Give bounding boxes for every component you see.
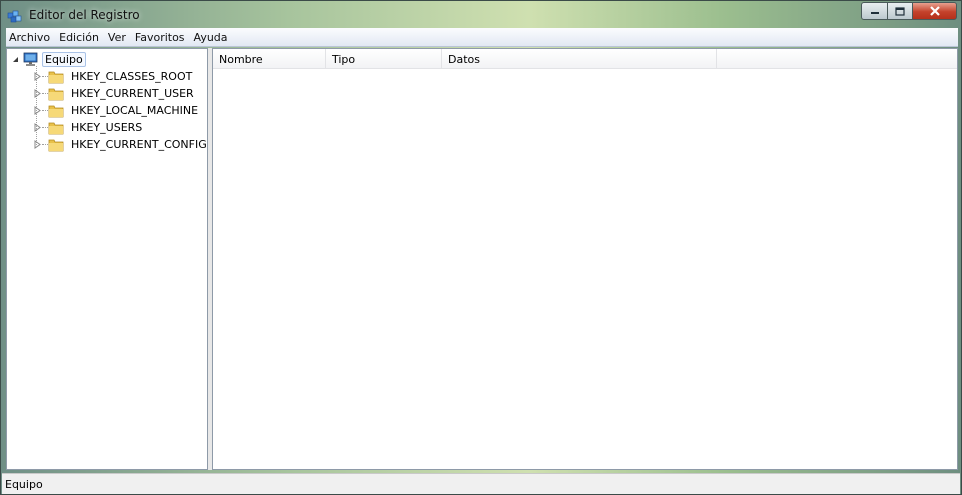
- close-button[interactable]: [912, 2, 957, 20]
- menu-bar: Archivo Edición Ver Favoritos Ayuda: [6, 28, 958, 47]
- folder-icon: [48, 122, 64, 135]
- tree-item-equipo[interactable]: Equipo: [11, 51, 86, 68]
- registry-editor-icon: [7, 10, 22, 22]
- column-header-bar: Nombre Tipo Datos: [213, 49, 957, 69]
- menu-favoritos[interactable]: Favoritos: [131, 31, 189, 44]
- column-label-tipo: Tipo: [332, 52, 356, 66]
- tree-label-hkey-current-config: HKEY_CURRENT_CONFIG: [71, 138, 207, 151]
- tree-item-hkey-current-config[interactable]: HKEY_CURRENT_CONFIG: [33, 136, 209, 153]
- folder-icon: [48, 105, 64, 118]
- minimize-button[interactable]: [861, 2, 888, 20]
- window-title: Editor del Registro: [29, 7, 140, 22]
- key-tree[interactable]: Equipo HKEY_CLASSES_ROOT HKEY_CURRENT_US…: [6, 48, 208, 470]
- column-label-datos: Datos: [448, 52, 480, 66]
- folder-icon: [48, 71, 64, 84]
- values-list[interactable]: Nombre Tipo Datos: [212, 48, 958, 470]
- status-bar: Equipo: [2, 473, 960, 494]
- tree-item-hkey-users[interactable]: HKEY_USERS: [33, 119, 144, 136]
- collapse-arrow-icon[interactable]: [11, 55, 20, 64]
- status-text: Equipo: [5, 477, 43, 491]
- menu-archivo[interactable]: Archivo: [6, 31, 54, 44]
- close-icon: [929, 6, 940, 16]
- maximize-button[interactable]: [887, 2, 913, 20]
- column-header-nombre[interactable]: Nombre: [213, 49, 326, 69]
- client-area: Equipo HKEY_CLASSES_ROOT HKEY_CURRENT_US…: [6, 48, 958, 470]
- menu-edicion[interactable]: Edición: [55, 31, 103, 44]
- computer-icon: [23, 52, 38, 66]
- folder-icon: [48, 139, 64, 152]
- expand-arrow-icon[interactable]: [33, 89, 42, 98]
- regedit-window: Editor del Registro Archivo Edición Ver …: [0, 0, 962, 495]
- tree-label-hkey-current-user: HKEY_CURRENT_USER: [71, 87, 194, 100]
- column-header-datos[interactable]: Datos: [442, 49, 717, 69]
- column-label-nombre: Nombre: [219, 52, 263, 66]
- expand-arrow-icon[interactable]: [33, 140, 42, 149]
- maximize-icon: [895, 6, 905, 16]
- menu-ver[interactable]: Ver: [104, 31, 130, 44]
- tree-item-hkey-classes-root[interactable]: HKEY_CLASSES_ROOT: [33, 68, 194, 85]
- tree-label-hkey-local-machine: HKEY_LOCAL_MACHINE: [71, 104, 199, 117]
- title-bar[interactable]: Editor del Registro: [1, 1, 961, 28]
- menu-ayuda[interactable]: Ayuda: [190, 31, 232, 44]
- expand-arrow-icon[interactable]: [33, 72, 42, 81]
- expand-arrow-icon[interactable]: [33, 106, 42, 115]
- tree-label-hkey-classes-root: HKEY_CLASSES_ROOT: [71, 70, 193, 83]
- expand-arrow-icon[interactable]: [33, 123, 42, 132]
- column-header-tipo[interactable]: Tipo: [326, 49, 442, 69]
- tree-item-hkey-current-user[interactable]: HKEY_CURRENT_USER: [33, 85, 196, 102]
- minimize-icon: [870, 12, 879, 14]
- tree-label-equipo: Equipo: [42, 52, 86, 67]
- folder-icon: [48, 88, 64, 101]
- tree-item-hkey-local-machine[interactable]: HKEY_LOCAL_MACHINE: [33, 102, 200, 119]
- tree-label-hkey-users: HKEY_USERS: [71, 121, 143, 134]
